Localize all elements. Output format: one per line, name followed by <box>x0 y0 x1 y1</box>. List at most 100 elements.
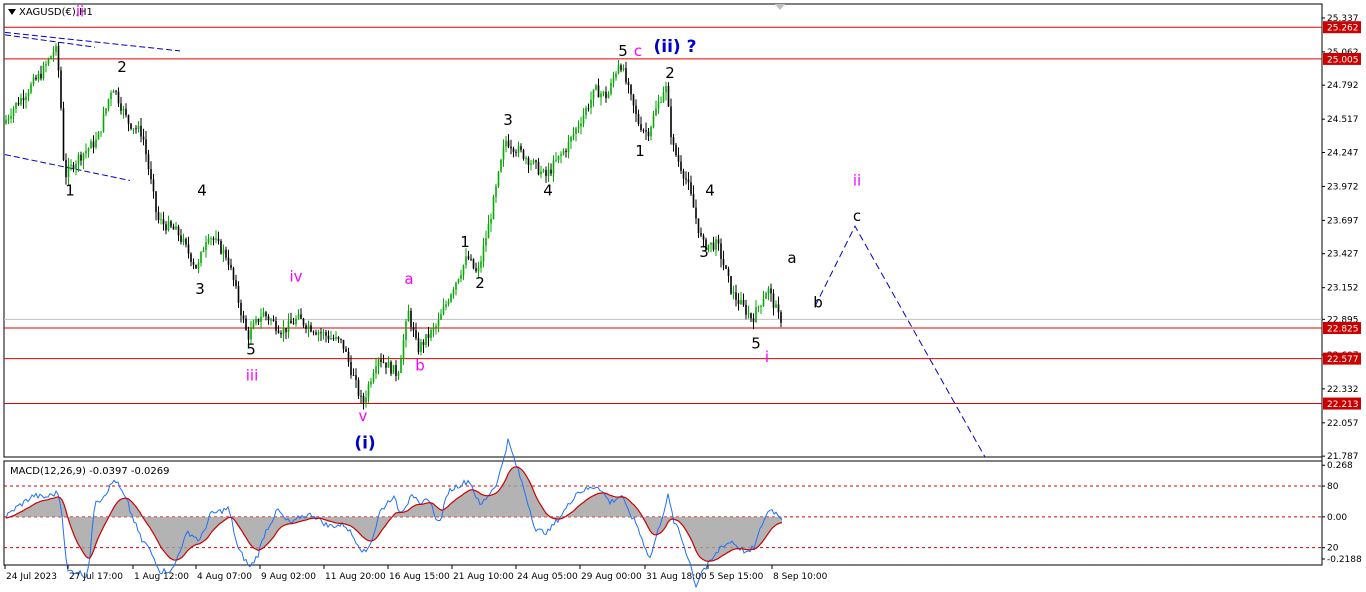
candle-body <box>725 265 727 269</box>
macd-tick-label: 0.00 <box>1327 513 1347 523</box>
candle-body <box>467 256 470 259</box>
candle-body <box>140 125 142 137</box>
candle-body <box>135 128 137 130</box>
candle-body <box>610 82 612 94</box>
wave-label: 1 <box>635 142 645 160</box>
price-chart[interactable]: XAGUSD(€),H1 MACD(12,26,9) -0.0397 -0.02… <box>0 0 1366 589</box>
candle-body <box>392 365 395 374</box>
candle-body <box>147 154 150 170</box>
candle-body <box>332 338 335 340</box>
candle-body <box>750 313 752 319</box>
candle-body <box>637 114 640 125</box>
wave-label: 2 <box>665 64 675 82</box>
candle-body <box>322 332 325 334</box>
candle-body <box>400 359 402 373</box>
candle-body <box>677 155 680 162</box>
wave-label: a <box>404 270 413 288</box>
candle-body <box>272 319 275 321</box>
candle-body <box>347 351 350 362</box>
candle-body <box>100 131 102 133</box>
wave-label: 5 <box>618 42 628 60</box>
candle-body <box>67 165 70 178</box>
candle-body <box>490 218 492 224</box>
candle-body <box>57 46 60 71</box>
candle-body <box>177 226 180 236</box>
wave-label: ii <box>76 2 84 20</box>
candle-body <box>655 108 657 116</box>
wave-label: c <box>634 42 642 60</box>
candle-body <box>737 300 740 305</box>
candle-body <box>162 219 165 225</box>
candle-body <box>660 101 662 103</box>
candle-body <box>202 250 205 252</box>
candle-body <box>425 334 427 345</box>
level-badge-label: 22.213 <box>1327 400 1359 410</box>
candle-body <box>437 319 440 327</box>
candle-body <box>430 330 432 339</box>
candle-body <box>385 362 387 368</box>
candle-body <box>45 64 47 66</box>
candle-body <box>132 128 135 130</box>
level-badge-label: 25.262 <box>1327 24 1359 34</box>
wave-label: 4 <box>543 181 553 199</box>
candle-body <box>285 328 287 332</box>
candle-body <box>165 224 167 231</box>
candle-body <box>275 320 277 331</box>
wave-label: 2 <box>117 58 127 76</box>
candle-body <box>475 268 477 272</box>
time-tick-label: 1 Aug 12:00 <box>134 572 189 582</box>
candle-body <box>525 158 527 160</box>
candle-body <box>535 160 537 162</box>
candle-body <box>185 238 187 245</box>
candle-body <box>757 306 760 308</box>
candle-body <box>627 82 630 85</box>
candle-body <box>17 102 20 105</box>
candle-body <box>767 288 770 294</box>
candle-body <box>390 361 392 374</box>
candle-body <box>662 92 665 102</box>
candle-body <box>315 332 317 335</box>
candle-body <box>122 108 125 111</box>
candle-body <box>620 65 622 70</box>
candle-body <box>145 139 147 155</box>
candle-body <box>10 116 12 119</box>
candle-body <box>207 238 210 243</box>
trading-chart-window[interactable]: XAGUSD(€),H1 MACD(12,26,9) -0.0397 -0.02… <box>0 0 1366 589</box>
candle-body <box>412 326 415 331</box>
candle-body <box>702 235 705 240</box>
candle-body <box>127 115 130 124</box>
price-tick-label: 24.792 <box>1327 81 1359 91</box>
wave-label: ii <box>853 171 861 189</box>
wave-label: 5 <box>751 334 761 352</box>
candle-body <box>80 154 82 161</box>
candle-body <box>435 326 437 328</box>
candle-body <box>47 58 50 65</box>
candle-body <box>570 136 572 142</box>
candle-body <box>345 348 347 352</box>
candle-body <box>747 313 750 315</box>
candle-body <box>717 239 720 244</box>
candle-body <box>760 305 762 307</box>
wave-label: 3 <box>503 111 513 129</box>
candle-body <box>642 130 645 131</box>
candle-body <box>690 182 692 194</box>
time-tick-label: 27 Jul 17:00 <box>69 572 123 582</box>
candle-body <box>107 99 110 109</box>
candle-body <box>240 302 242 316</box>
candle-body <box>55 46 57 52</box>
candle-body <box>527 158 530 165</box>
candle-body <box>200 251 202 263</box>
candle-body <box>547 169 550 176</box>
time-tick-label: 5 Sep 15:00 <box>709 572 764 582</box>
candle-body <box>325 332 327 336</box>
wave-label: a <box>787 249 796 267</box>
candle-body <box>395 365 397 376</box>
candle-body <box>72 164 75 170</box>
candle-body <box>235 280 237 287</box>
candle-body <box>137 125 140 129</box>
macd-tick-label: 0.268 <box>1327 461 1353 471</box>
wave-label: c <box>853 207 861 225</box>
candle-body <box>42 65 45 79</box>
candle-body <box>532 160 535 164</box>
wave-label: b <box>415 357 425 375</box>
